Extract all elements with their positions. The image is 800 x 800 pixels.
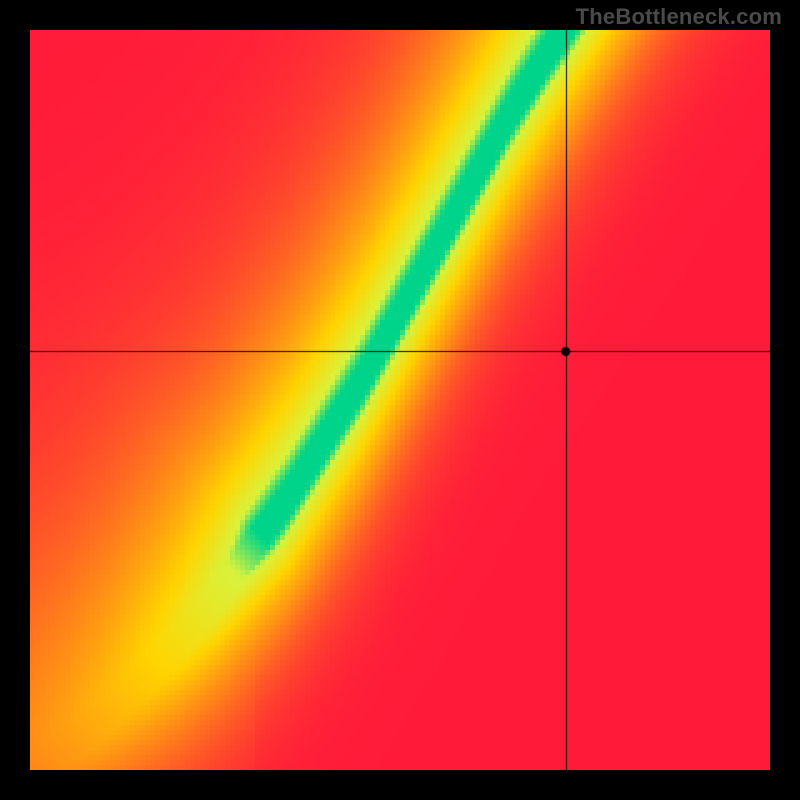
overlay-canvas [30, 30, 770, 770]
chart-frame: TheBottleneck.com [0, 0, 800, 800]
watermark-text: TheBottleneck.com [576, 4, 782, 30]
